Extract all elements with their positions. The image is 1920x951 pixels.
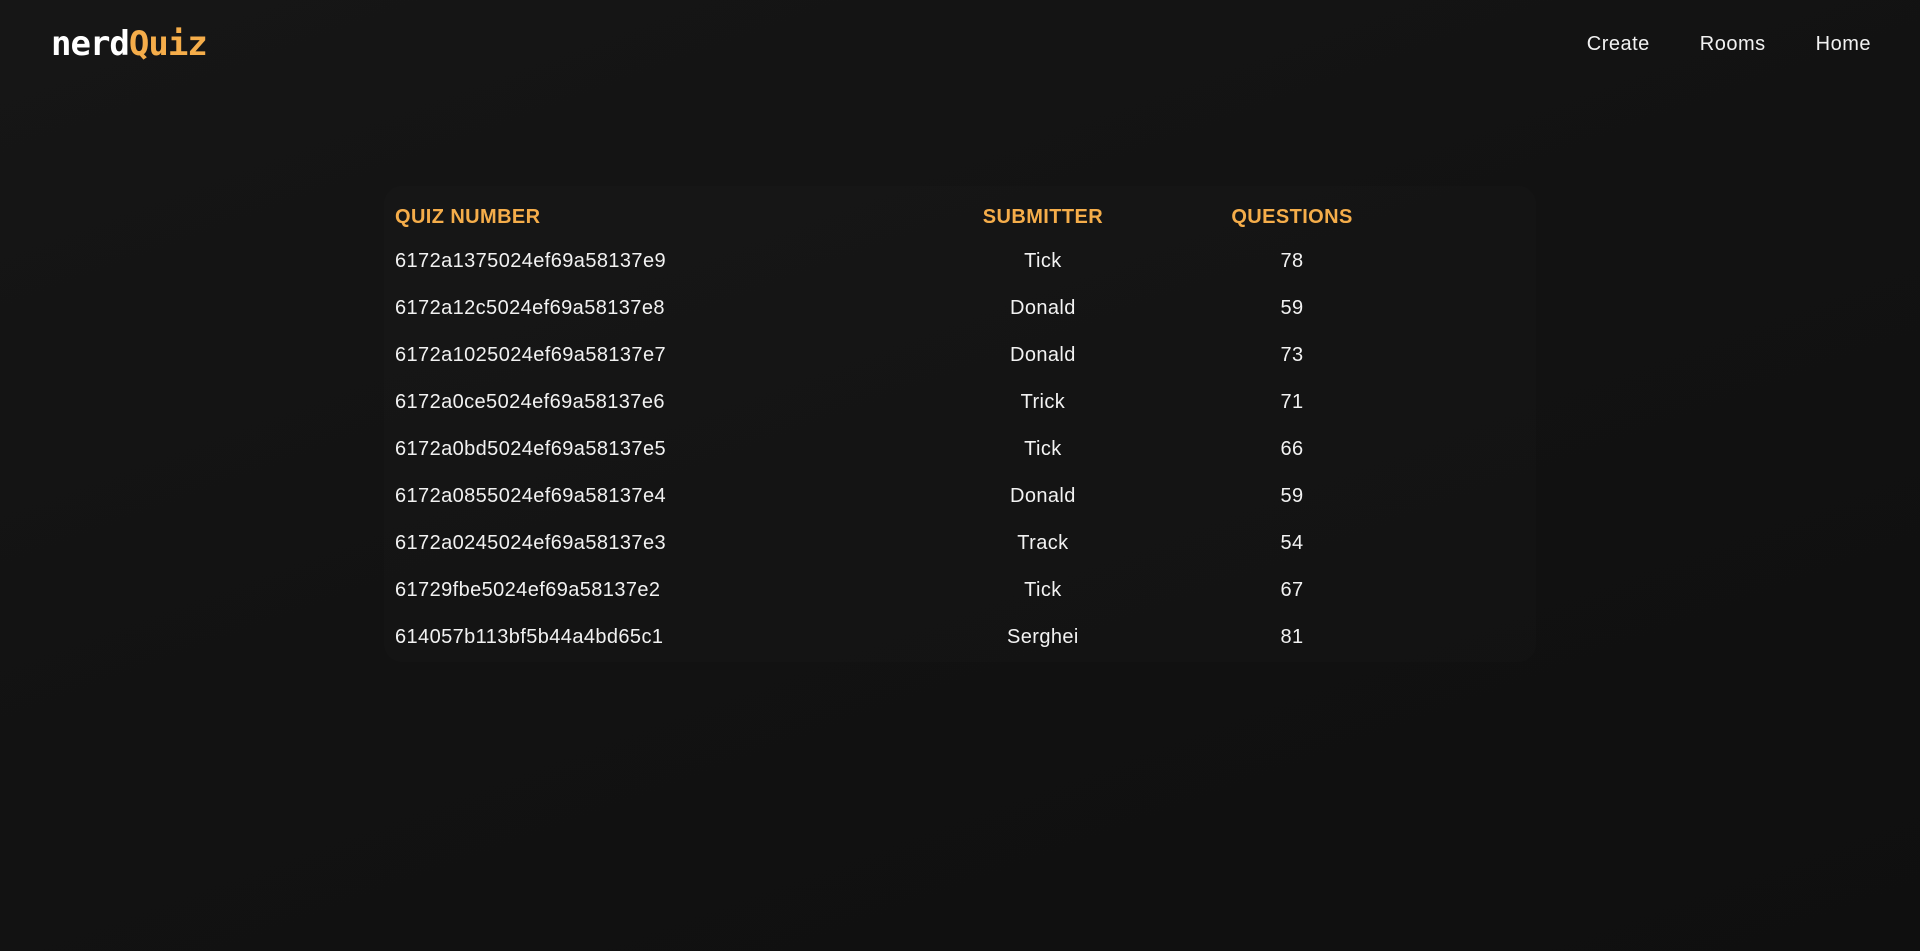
- table-row[interactable]: 6172a1025024ef69a58137e7 Donald 73: [384, 332, 1536, 379]
- quiz-number-cell: 6172a1025024ef69a58137e7: [395, 344, 666, 366]
- table-row[interactable]: 6172a0bd5024ef69a58137e5 Tick 66: [384, 426, 1536, 473]
- table-header-row: QUIZ NUMBER SUBMITTER QUESTIONS: [384, 196, 1536, 238]
- nav-rooms-link[interactable]: Rooms: [1700, 30, 1766, 58]
- questions-cell: 81: [1280, 626, 1304, 648]
- submitter-cell: Track: [1017, 532, 1069, 554]
- table-row[interactable]: 614057b113bf5b44a4bd65c1 Serghei 81: [384, 614, 1536, 661]
- table-row[interactable]: 6172a0ce5024ef69a58137e6 Trick 71: [384, 379, 1536, 426]
- nav-create-link[interactable]: Create: [1587, 30, 1650, 58]
- submitter-cell: Donald: [1010, 297, 1076, 319]
- submitter-cell: Serghei: [1007, 626, 1079, 648]
- quiz-number-cell: 6172a0855024ef69a58137e4: [395, 485, 666, 507]
- questions-cell: 73: [1280, 344, 1304, 366]
- nav-home-link[interactable]: Home: [1816, 30, 1871, 58]
- quiz-number-cell: 614057b113bf5b44a4bd65c1: [395, 626, 664, 648]
- questions-cell: 59: [1280, 297, 1304, 319]
- header-quiz-number: QUIZ NUMBER: [395, 205, 541, 228]
- quiz-number-cell: 6172a12c5024ef69a58137e8: [395, 297, 665, 319]
- questions-cell: 59: [1280, 485, 1304, 507]
- quiz-table: QUIZ NUMBER SUBMITTER QUESTIONS 6172a137…: [384, 196, 1536, 661]
- questions-cell: 67: [1280, 579, 1304, 601]
- table-row[interactable]: 61729fbe5024ef69a58137e2 Tick 67: [384, 567, 1536, 614]
- submitter-cell: Trick: [1020, 391, 1066, 413]
- brand-logo-part2: Quiz: [128, 24, 208, 64]
- brand-logo-part1: nerd: [51, 24, 130, 64]
- submitter-cell: Donald: [1010, 344, 1076, 366]
- table-row[interactable]: 6172a0855024ef69a58137e4 Donald 59: [384, 473, 1536, 520]
- submitter-cell: Tick: [1024, 438, 1062, 460]
- table-row[interactable]: 6172a0245024ef69a58137e3 Track 54: [384, 520, 1536, 567]
- header-submitter: SUBMITTER: [982, 205, 1104, 228]
- questions-cell: 71: [1280, 391, 1304, 413]
- quiz-number-cell: 6172a0245024ef69a58137e3: [395, 532, 666, 554]
- questions-cell: 78: [1280, 250, 1304, 272]
- questions-cell: 66: [1280, 438, 1304, 460]
- quiz-number-cell: 61729fbe5024ef69a58137e2: [395, 579, 661, 601]
- submitter-cell: Tick: [1024, 579, 1062, 601]
- table-row[interactable]: 6172a12c5024ef69a58137e8 Donald 59: [384, 285, 1536, 332]
- quiz-number-cell: 6172a1375024ef69a58137e9: [395, 250, 666, 272]
- top-nav: Create Rooms Home: [1587, 30, 1871, 58]
- questions-cell: 54: [1280, 532, 1304, 554]
- header-questions: QUESTIONS: [1231, 205, 1353, 228]
- quiz-number-cell: 6172a0bd5024ef69a58137e5: [395, 438, 666, 460]
- brand-logo[interactable]: nerdQuiz: [51, 24, 208, 64]
- submitter-cell: Donald: [1010, 485, 1076, 507]
- quiz-table-card: QUIZ NUMBER SUBMITTER QUESTIONS 6172a137…: [384, 186, 1536, 662]
- table-row[interactable]: 6172a1375024ef69a58137e9 Tick 78: [384, 238, 1536, 285]
- submitter-cell: Tick: [1024, 250, 1062, 272]
- quiz-number-cell: 6172a0ce5024ef69a58137e6: [395, 391, 665, 413]
